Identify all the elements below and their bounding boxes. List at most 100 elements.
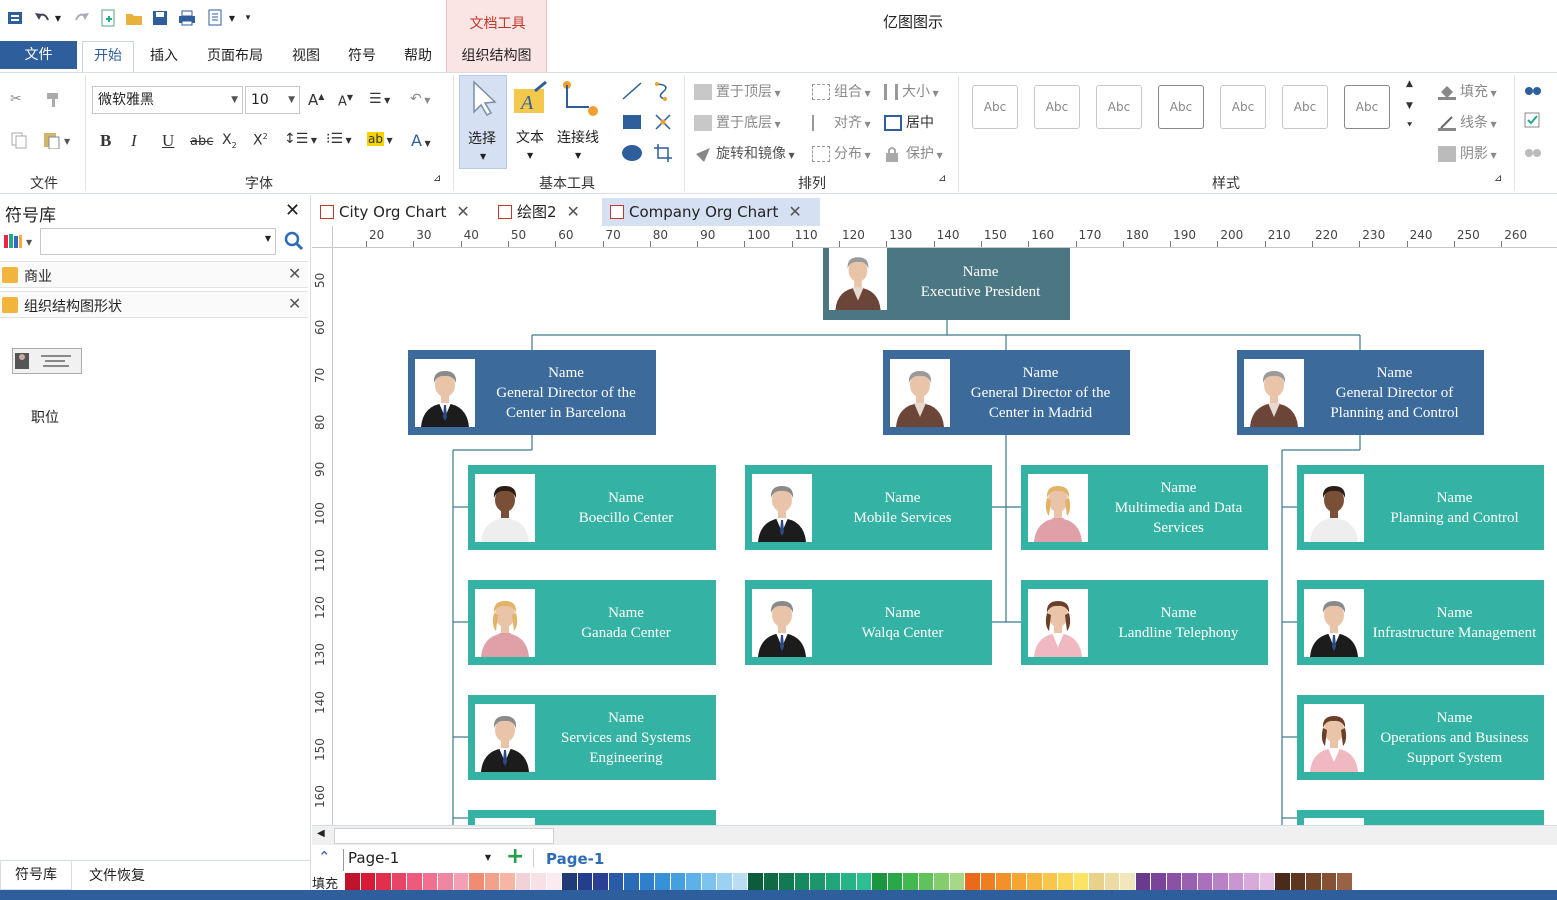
color-swatch[interactable] [717, 873, 733, 890]
color-swatch[interactable] [655, 873, 671, 890]
doc-tab-drawing2[interactable]: 绘图2 ✕ [490, 198, 580, 226]
color-swatch[interactable] [1151, 873, 1167, 890]
color-swatch[interactable] [1042, 873, 1058, 890]
arrange-dialog-launcher-icon[interactable]: ⊿ [938, 173, 946, 184]
color-swatch[interactable] [1166, 873, 1182, 890]
export-icon[interactable] [205, 8, 225, 28]
color-swatch[interactable] [825, 873, 841, 890]
doc-tab-company-org-chart[interactable]: Company Org Chart ✕ [602, 198, 820, 226]
color-swatch[interactable] [577, 873, 593, 890]
format-painter-icon[interactable] [44, 91, 62, 113]
org-node-s10[interactable]: Name Operations and Business Support Syst… [1297, 695, 1544, 780]
color-swatch[interactable] [670, 873, 686, 890]
org-node-d3[interactable]: Name General Director of Planning and Con… [1237, 350, 1484, 435]
align-text-icon[interactable]: ☰ ▼ [369, 91, 390, 107]
color-swatch[interactable] [376, 873, 392, 890]
protect-button[interactable]: 保护 ▼ [884, 143, 943, 163]
paste-icon[interactable]: ▼ [42, 131, 72, 153]
text-tool-button[interactable]: A 文本 ▼ [508, 75, 554, 169]
color-swatch[interactable] [1259, 873, 1275, 890]
connector-tool-button[interactable]: 连接线 ▼ [554, 75, 606, 169]
color-swatch[interactable] [1275, 873, 1291, 890]
color-swatch[interactable] [779, 873, 795, 890]
menu-home[interactable]: 开始 [82, 41, 134, 72]
ellipse-shape-icon[interactable] [621, 143, 643, 167]
library-row-business[interactable]: 商业 ✕ [0, 261, 308, 288]
style-preset-7[interactable]: Abc [1344, 85, 1390, 129]
color-swatch[interactable] [1089, 873, 1105, 890]
org-node-s8[interactable]: Name Planning and Control [1297, 465, 1544, 550]
color-swatch[interactable] [562, 873, 578, 890]
color-swatch[interactable] [422, 873, 438, 890]
line-shape-icon[interactable] [621, 81, 643, 105]
scroll-left-icon[interactable]: ◀ [317, 828, 325, 839]
cut-icon[interactable]: ✂ [10, 91, 22, 107]
color-swatch[interactable] [918, 873, 934, 890]
org-node-s6[interactable]: Name Multimedia and Data Services [1021, 465, 1268, 550]
highlight-icon[interactable]: ab ▼ [367, 131, 393, 147]
shadow-button[interactable]: 阴影 ▼ [1438, 143, 1497, 163]
style-scroll-down-icon[interactable]: ▼ [1406, 101, 1413, 111]
print-icon[interactable] [177, 8, 197, 28]
font-name-select[interactable]: 微软雅黑 ▼ [92, 86, 243, 114]
italic-icon[interactable]: I [131, 131, 137, 151]
close-icon[interactable]: ✕ [288, 294, 301, 313]
color-swatch[interactable] [608, 873, 624, 890]
symbol-search-input[interactable]: ▼ [40, 228, 276, 255]
color-swatch[interactable] [841, 873, 857, 890]
style-preset-5[interactable]: Abc [1220, 85, 1266, 129]
horizontal-ruler[interactable]: 20 30 40 50 60 70 80 90 100 110 120 130 140 150 160 170… [333, 226, 1557, 248]
org-node-s7[interactable]: Name Landline Telephony [1021, 580, 1268, 665]
org-node-d1[interactable]: Name General Director of the Center in Ba… [408, 350, 656, 435]
text-direction-icon[interactable]: ↶ ▼ [410, 91, 430, 107]
center-button[interactable]: 居中 [884, 112, 934, 132]
doc-tab-city-org-chart[interactable]: City Org Chart ✕ [312, 198, 470, 226]
color-swatch[interactable] [1306, 873, 1322, 890]
customize-toolbar-icon[interactable]: ▾ [242, 8, 254, 28]
org-node-partial[interactable] [468, 810, 716, 825]
color-swatch[interactable] [763, 873, 779, 890]
rectangle-shape-icon[interactable] [621, 112, 643, 136]
style-preset-1[interactable]: Abc [972, 85, 1018, 129]
horizontal-scrollbar[interactable]: ◀ [312, 825, 1557, 845]
select-tool-button[interactable]: 选择 ▼ [459, 75, 507, 169]
vertical-ruler[interactable]: 50 60 70 80 90 100 110 120 130 140 150 160 [312, 248, 333, 825]
font-color-icon[interactable]: A ▼ [411, 131, 431, 150]
color-swatch[interactable] [996, 873, 1012, 890]
color-swatch[interactable] [1197, 873, 1213, 890]
menu-symbols[interactable]: 符号 [338, 40, 386, 72]
org-node-s2[interactable]: Name Ganada Center [468, 580, 716, 665]
org-node-partial[interactable] [1297, 810, 1544, 825]
export-dropdown-icon[interactable]: ▼ [226, 8, 238, 28]
find-icon[interactable] [1524, 81, 1542, 101]
org-node-s5[interactable]: Name Walqa Center [745, 580, 992, 665]
undo-dropdown-icon[interactable]: ▼ [52, 8, 64, 28]
color-swatch[interactable] [515, 873, 531, 890]
color-swatch[interactable] [748, 873, 764, 890]
color-swatch[interactable] [546, 873, 562, 890]
color-swatch[interactable] [1135, 873, 1151, 890]
underline-icon[interactable]: U [162, 131, 174, 151]
copy-icon[interactable] [10, 131, 28, 153]
tab-symbol-library[interactable]: 符号库 [0, 861, 72, 890]
send-to-back-button[interactable]: 置于底层 ▼ [694, 112, 781, 132]
page-tab-page-1[interactable]: Page-1 [546, 850, 604, 868]
style-preset-6[interactable]: Abc [1282, 85, 1328, 129]
size-button[interactable]: 大小 ▼ [884, 81, 939, 101]
style-preset-3[interactable]: Abc [1096, 85, 1142, 129]
superscript-icon[interactable]: X2 [253, 132, 268, 149]
org-node-s1[interactable]: Name Boecillo Center [468, 465, 716, 550]
color-swatch[interactable] [965, 873, 981, 890]
color-swatch[interactable] [872, 873, 888, 890]
library-books-icon[interactable]: ▼ [4, 233, 34, 253]
color-swatch[interactable] [856, 873, 872, 890]
color-swatch[interactable] [391, 873, 407, 890]
color-swatch[interactable] [407, 873, 423, 890]
color-swatch[interactable] [903, 873, 919, 890]
color-swatch[interactable] [1182, 873, 1198, 890]
org-node-s3[interactable]: Name Services and Systems Engineering [468, 695, 716, 780]
color-swatch[interactable] [1073, 873, 1089, 890]
color-swatch[interactable] [1120, 873, 1136, 890]
chevron-up-icon[interactable]: ⌃ [318, 848, 331, 866]
tab-file-recovery[interactable]: 文件恢复 [89, 865, 145, 885]
